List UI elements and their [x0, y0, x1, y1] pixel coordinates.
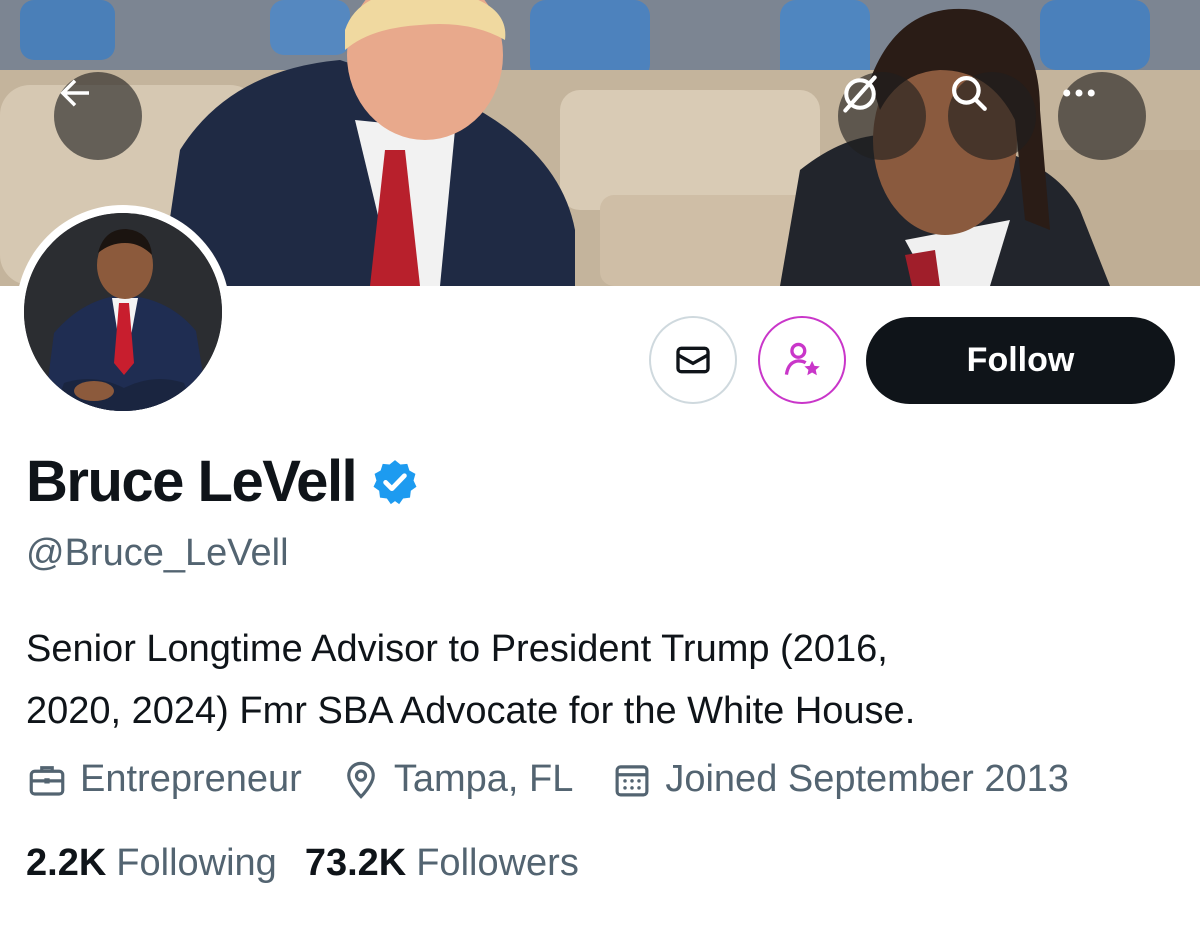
envelope-icon: [676, 346, 710, 374]
message-button[interactable]: [649, 316, 737, 404]
more-icon: [1063, 89, 1095, 97]
following-count: 2.2K: [26, 842, 107, 884]
profile-handle: @Bruce_LeVell: [26, 532, 289, 574]
grok-icon: [843, 75, 877, 113]
profession-item: Entrepreneur: [26, 758, 302, 801]
profile-name: Bruce LeVell: [26, 449, 358, 514]
calendar-icon: [615, 764, 649, 796]
briefcase-icon: [29, 765, 65, 796]
profile-bio: Senior Longtime Advisor to President Tru…: [26, 618, 1176, 742]
subscribe-button[interactable]: [758, 316, 846, 404]
location-label: Tampa, FL: [393, 758, 574, 800]
profile-name-row: Bruce LeVell: [26, 448, 420, 515]
profession-label: Entrepreneur: [80, 758, 302, 800]
joined-item: Joined September 2013: [611, 758, 1069, 801]
person-star-icon: [784, 342, 820, 376]
profile-meta: Entrepreneur Tampa, FL Joined September …: [26, 758, 1107, 801]
location-item: Tampa, FL: [340, 758, 574, 801]
back-button[interactable]: [54, 72, 142, 160]
bio-line: 2020, 2024) Fmr SBA Advocate for the Whi…: [26, 690, 916, 732]
followers-count: 73.2K: [304, 842, 407, 884]
joined-label: Joined September 2013: [665, 758, 1069, 800]
bio-line: Senior Longtime Advisor to President Tru…: [26, 628, 888, 670]
following-link[interactable]: 2.2K Following: [26, 842, 277, 885]
grok-button[interactable]: [838, 72, 926, 160]
following-label: Following: [116, 842, 277, 884]
arrow-left-icon: [60, 79, 89, 107]
avatar-photo: [24, 213, 222, 411]
search-button[interactable]: [948, 72, 1036, 160]
profile-avatar[interactable]: [16, 205, 230, 419]
verified-badge-icon[interactable]: [370, 457, 420, 507]
followers-link[interactable]: 73.2K Followers: [305, 842, 579, 885]
follow-button[interactable]: Follow: [866, 317, 1175, 404]
more-options-button[interactable]: [1058, 72, 1146, 160]
followers-label: Followers: [416, 842, 579, 884]
location-pin-icon: [346, 761, 375, 799]
profile-stats: 2.2K Following 73.2K Followers: [26, 842, 607, 885]
search-icon: [952, 76, 987, 111]
